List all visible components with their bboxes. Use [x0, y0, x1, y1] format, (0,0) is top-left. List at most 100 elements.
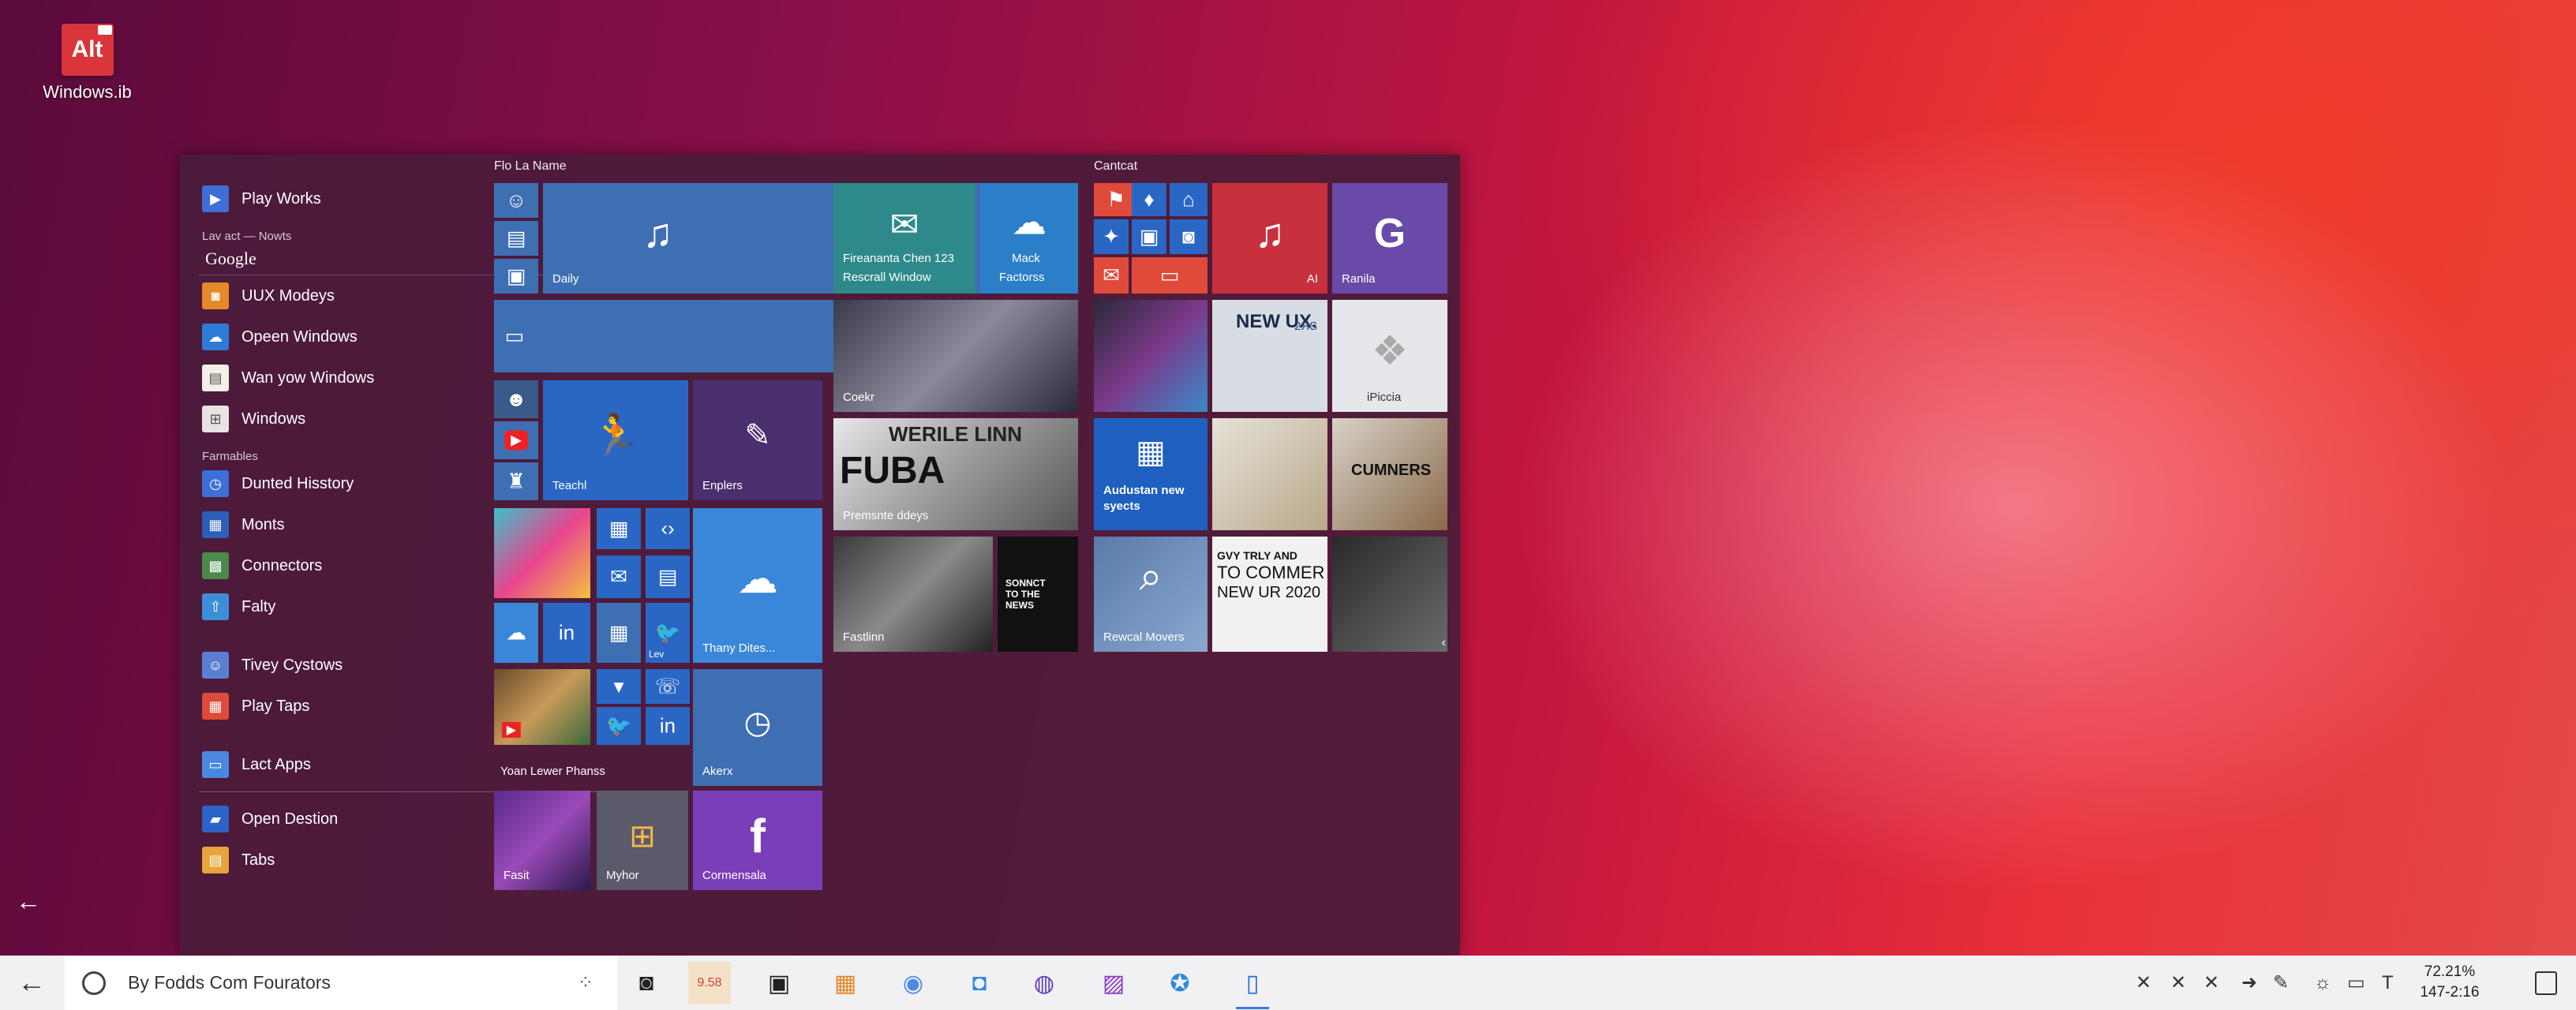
tile-photo-collage[interactable]: [494, 508, 590, 598]
tray-arrow-icon[interactable]: ➜: [2241, 956, 2257, 1010]
desktop-icon-label: Windows.ib: [43, 82, 132, 102]
tile-line-2: TO COMMER: [1217, 563, 1325, 582]
tile-small-home[interactable]: ⌂: [1170, 183, 1208, 216]
tile-game-art[interactable]: ▶: [494, 669, 590, 745]
tile-small-settings[interactable]: ✦: [1094, 219, 1129, 254]
tile-enplers[interactable]: ✎ Enplers: [693, 380, 822, 500]
pencil-icon: ✎: [744, 417, 771, 453]
app-list-label: Wan yow Windows: [242, 368, 375, 387]
tile-teachl[interactable]: 🏃 Teachl: [543, 380, 688, 500]
tile-small-camera[interactable]: ◙: [1170, 219, 1208, 254]
taskbar-files-icon[interactable]: ▦: [824, 962, 867, 1004]
tile-small-app2[interactable]: ‹›: [646, 508, 690, 549]
tile-myhor[interactable]: ⊞ Myhor: [597, 791, 688, 890]
tile-mack[interactable]: ☁ Mack Factorss: [980, 183, 1078, 294]
tile-ipicia[interactable]: ❖ iPiccia: [1332, 300, 1447, 412]
tile-label: Teachl: [552, 479, 587, 492]
tile-newux[interactable]: NEW UX. 2ЯS: [1212, 300, 1327, 412]
group-title-1: Flo La Name: [494, 159, 567, 173]
taskbar-browser-icon[interactable]: ◉: [892, 962, 934, 1004]
tile-small-photo[interactable]: ▣: [494, 259, 538, 294]
play-icon: ▶: [202, 185, 229, 212]
clock-line-1: 72.21%: [2424, 963, 2476, 980]
tray-close-2-icon[interactable]: ✕: [2170, 956, 2186, 1010]
desktop-icon-windows[interactable]: Alt Windows.ib: [38, 24, 137, 103]
tray-network-icon[interactable]: ☼: [2314, 956, 2331, 1010]
back-arrow-icon[interactable]: ←: [13, 967, 51, 998]
tile-fastlin[interactable]: Fastlinn: [833, 537, 993, 652]
play-icon: ▶: [501, 721, 522, 738]
tray-close-3-icon[interactable]: ✕: [2203, 956, 2219, 1010]
tray-settings-icon[interactable]: ✎: [2273, 956, 2289, 1010]
tile-mail[interactable]: ✉ Fireananta Chen 123 Rescrall Window: [833, 183, 975, 294]
taskbar-calendar[interactable]: 9.58: [688, 962, 731, 1004]
tile-rewcal[interactable]: ⌕ Rewcal Movers: [1094, 537, 1208, 652]
taskbar-doc-icon[interactable]: ▯: [1231, 962, 1274, 1009]
tile-photos-grid[interactable]: [1212, 418, 1327, 530]
back-arrow-icon[interactable]: ←: [16, 887, 41, 916]
tile-coekr[interactable]: Coekr: [833, 300, 1078, 412]
taskbar-camera-icon[interactable]: ◙: [625, 962, 668, 1004]
tray-battery-icon[interactable]: ▭: [2347, 956, 2365, 1010]
tile-small-avatar[interactable]: ☻: [494, 380, 538, 418]
tile-label: Cormensala: [702, 869, 766, 882]
facebook-icon: f: [750, 810, 766, 863]
taskbar-monitor-icon[interactable]: ▣: [758, 962, 800, 1004]
app-list-label: Dunted Hisstory: [242, 474, 354, 492]
taskbar: ← By Fodds Com Fourators ⁘ ◙ 9.58 ▣ ▦ ◉ …: [0, 956, 2576, 1010]
image-icon: ▣: [1139, 224, 1159, 249]
camera-icon: ◙: [1182, 224, 1195, 249]
clock[interactable]: 72.21% 147-2:16: [2402, 962, 2497, 1003]
windows-logo-icon: ⊞: [629, 818, 656, 854]
tile-small-bot[interactable]: ♜: [494, 462, 538, 500]
tile-small-news[interactable]: ▤: [646, 556, 690, 598]
tile-fuba[interactable]: WERILE LINN FUBA Premsnte ddeys: [833, 418, 1078, 530]
tile-label: Fastlinn: [843, 630, 885, 644]
search-box[interactable]: By Fodds Com Fourators ⁘: [65, 956, 617, 1010]
tile-small-grid[interactable]: ▦: [597, 603, 641, 663]
tile-small-app1[interactable]: ▦: [597, 508, 641, 549]
tile-small-doc[interactable]: ▤: [494, 221, 538, 256]
tray-text-icon[interactable]: T: [2382, 956, 2394, 1010]
tile-akerx[interactable]: ◷ Akerx: [693, 669, 822, 786]
tile-small-image[interactable]: ▣: [1132, 219, 1166, 254]
tile-small-down[interactable]: ▾: [597, 669, 641, 704]
tile-label: AI: [1306, 272, 1318, 286]
taskbar-chart-icon[interactable]: ▨: [1092, 962, 1135, 1004]
tile-small-twitter[interactable]: 🐦 Lev: [646, 603, 690, 663]
tile-ranila[interactable]: G Ranila: [1332, 183, 1447, 294]
linkedin-icon: in: [659, 713, 676, 738]
tile-small-twitter2[interactable]: 🐦: [597, 707, 641, 745]
taskbar-store-icon[interactable]: ◘: [958, 962, 1001, 1004]
tile-fasit[interactable]: Fasit: [494, 791, 590, 890]
tile-gvy[interactable]: GVY TRLY AND TO COMMER NEW UR 2020: [1212, 537, 1327, 652]
tile-small-phone[interactable]: ☏: [646, 669, 690, 704]
notification-icon[interactable]: [2535, 971, 2557, 995]
tile-shapes[interactable]: [1094, 300, 1208, 412]
tile-small-linkedin[interactable]: in: [543, 603, 590, 663]
tile-small-bell[interactable]: ♦: [1132, 183, 1166, 216]
tile-thany[interactable]: ☁ Thany Dites...: [693, 508, 822, 663]
grid-icon: ▦: [202, 511, 229, 538]
tile-small-mail[interactable]: ✉: [597, 556, 641, 598]
tile-cormensala[interactable]: f Cormensala: [693, 791, 822, 890]
tile-small-user[interactable]: ☺: [494, 183, 538, 218]
tile-ai[interactable]: ♫ AI: [1212, 183, 1327, 294]
tile-small-youtube[interactable]: ▶: [494, 421, 538, 459]
tile-audustan[interactable]: ▦ Audustan new syects: [1094, 418, 1208, 530]
tile-small-linkedin2[interactable]: in: [646, 707, 690, 745]
tile-small-onedrive[interactable]: ☁: [494, 603, 538, 663]
tile-small-mailred[interactable]: ✉: [1094, 257, 1129, 294]
clock-line-2: 147-2:16: [2420, 984, 2480, 1001]
bell-icon: ♦: [1144, 187, 1155, 211]
tile-yoan[interactable]: Yoan Lewer Phanss: [494, 748, 690, 786]
app-list-label: UUX Modeys: [242, 286, 335, 305]
tile-cumners[interactable]: CUMNERS: [1332, 418, 1447, 530]
taskbar-compass-icon[interactable]: ✪: [1159, 962, 1201, 1004]
taskbar-app-icon[interactable]: ◍: [1023, 962, 1065, 1004]
app-list-label: Connectors: [242, 556, 323, 574]
tile-gallery[interactable]: ‹: [1332, 537, 1447, 652]
tray-close-1-icon[interactable]: ✕: [2136, 956, 2151, 1010]
tile-small-msg[interactable]: ▭: [1132, 257, 1208, 294]
tile-soncat[interactable]: SONNCT TO THE NEWS: [998, 537, 1078, 652]
